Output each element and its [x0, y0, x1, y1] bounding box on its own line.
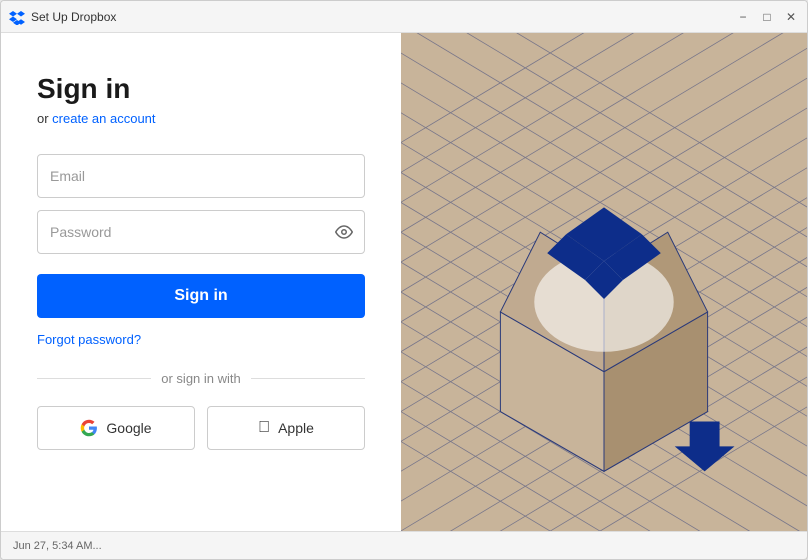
apple-icon:  [258, 420, 270, 436]
google-button-label: Google [106, 420, 151, 436]
email-input[interactable] [37, 154, 365, 198]
right-panel [401, 33, 807, 559]
social-buttons: Google  Apple [37, 406, 365, 450]
divider-right [251, 378, 365, 379]
password-input[interactable] [37, 210, 365, 254]
titlebar: Set Up Dropbox − □ ✕ [1, 1, 807, 33]
show-password-button[interactable] [335, 223, 353, 241]
create-account-line: or create an account [37, 111, 365, 126]
dropbox-illustration [401, 33, 807, 559]
sign-in-button[interactable]: Sign in [37, 274, 365, 318]
email-group [37, 154, 365, 198]
dropbox-icon [9, 9, 25, 25]
window-title: Set Up Dropbox [31, 10, 735, 24]
divider-text: or sign in with [161, 371, 240, 386]
bottom-bar: Jun 27, 5:34 AM... [1, 531, 807, 559]
apple-button-label: Apple [278, 420, 314, 436]
google-icon [80, 419, 98, 437]
app-window: Set Up Dropbox − □ ✕ Sign in or create a… [0, 0, 808, 560]
divider-left [37, 378, 151, 379]
password-group [37, 210, 365, 254]
left-panel: Sign in or create an account Sign in For… [1, 33, 401, 559]
create-account-prefix: or [37, 111, 52, 126]
divider: or sign in with [37, 371, 365, 386]
window-controls: − □ ✕ [735, 9, 799, 25]
restore-button[interactable]: □ [759, 9, 775, 25]
apple-button[interactable]:  Apple [207, 406, 365, 450]
page-title: Sign in [37, 73, 365, 105]
minimize-button[interactable]: − [735, 9, 751, 25]
eye-icon [335, 223, 353, 241]
status-text: Jun 27, 5:34 AM... [13, 540, 102, 552]
create-account-link[interactable]: create an account [52, 111, 155, 126]
google-button[interactable]: Google [37, 406, 195, 450]
main-content: Sign in or create an account Sign in For… [1, 33, 807, 559]
close-button[interactable]: ✕ [783, 9, 799, 25]
forgot-password-link[interactable]: Forgot password? [37, 332, 365, 347]
